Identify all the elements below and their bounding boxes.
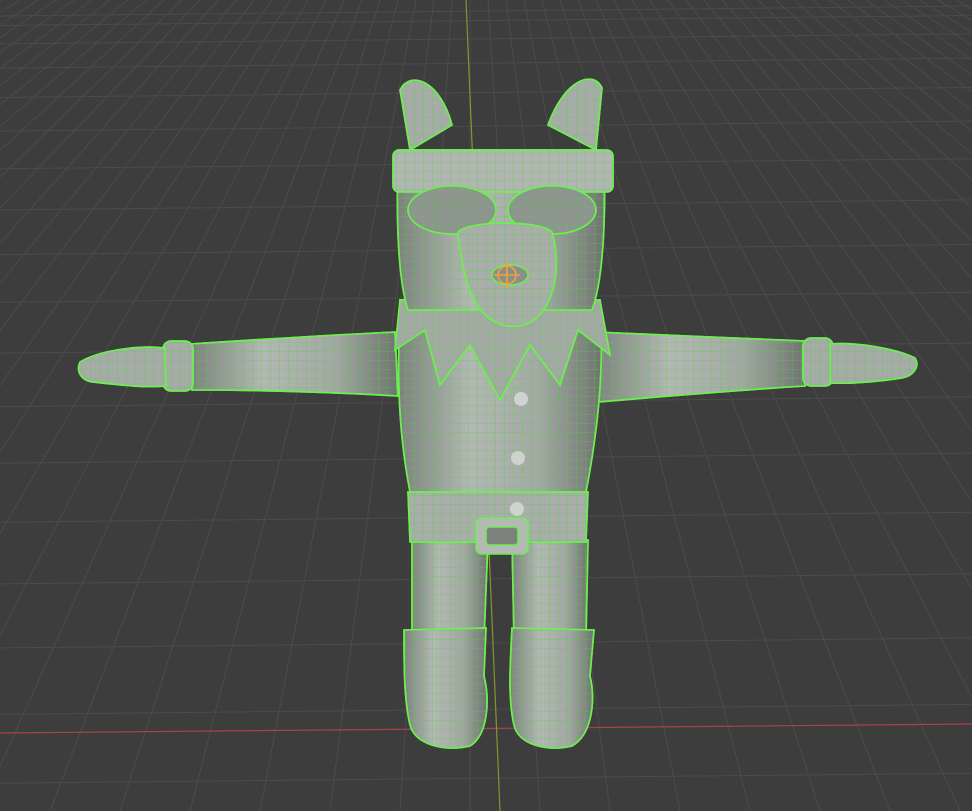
left-boot[interactable] [403, 627, 488, 749]
right-leg[interactable] [511, 539, 589, 641]
left-leg[interactable] [411, 539, 489, 641]
right-boot[interactable] [509, 627, 595, 749]
3d-viewport[interactable] [0, 0, 972, 811]
